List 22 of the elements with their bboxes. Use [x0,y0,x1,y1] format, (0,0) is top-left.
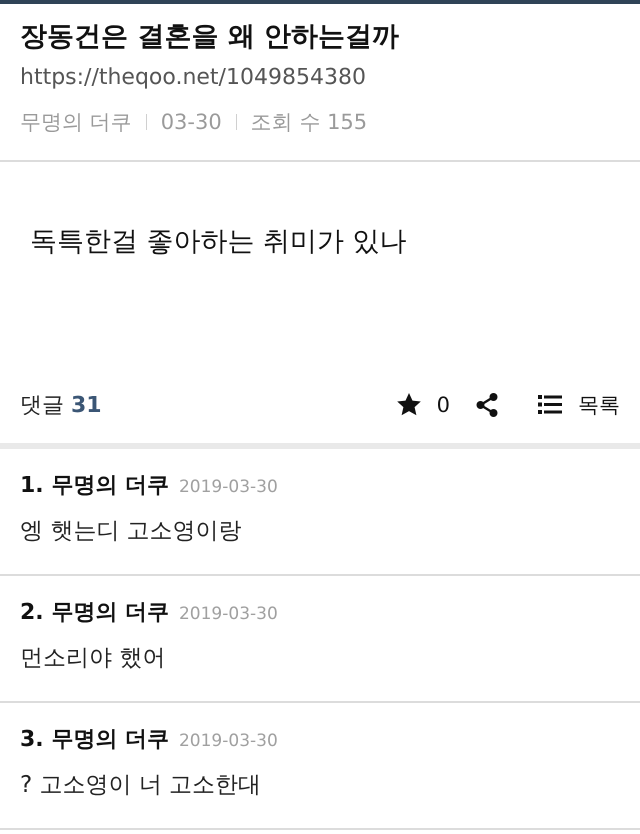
comment-date: 2019-03-30 [178,730,278,753]
comment-author: 2. 무명의 더쿠 [20,599,169,627]
comment-author: 1. 무명의 더쿠 [20,472,169,500]
list-icon [538,395,562,414]
list-button[interactable]: 목록 [538,390,620,418]
post-meta-text: 조회 수 155 [250,109,368,136]
post-url-link[interactable]: https://theqoo.net/1049854380 [20,60,620,96]
post-meta-text: 무명의 더쿠 [20,109,132,136]
share-button[interactable] [476,392,498,416]
comment-text: 먼소리야 했어 [20,644,166,673]
comment-text: ? 고소영이 너 고소한대 [20,771,262,800]
post-title: 장동건은 결혼을 왜 안하는걸까 [20,20,400,54]
comment-author: 3. 무명의 더쿠 [20,726,169,754]
post-meta-text: 03-30 [160,109,222,136]
star-button[interactable]: 0 [396,392,450,416]
comment-date: 2019-03-30 [178,476,278,499]
comment-text: 엥 햇는디 고소영이랑 [20,517,243,546]
post-body-text: 독특한걸 좋아하는 취미가 있나 [30,225,408,259]
comment-date: 2019-03-30 [178,603,278,626]
comment-count-label: 댓글 31 [20,392,102,420]
share-icon [476,392,498,416]
star-icon [396,393,421,416]
